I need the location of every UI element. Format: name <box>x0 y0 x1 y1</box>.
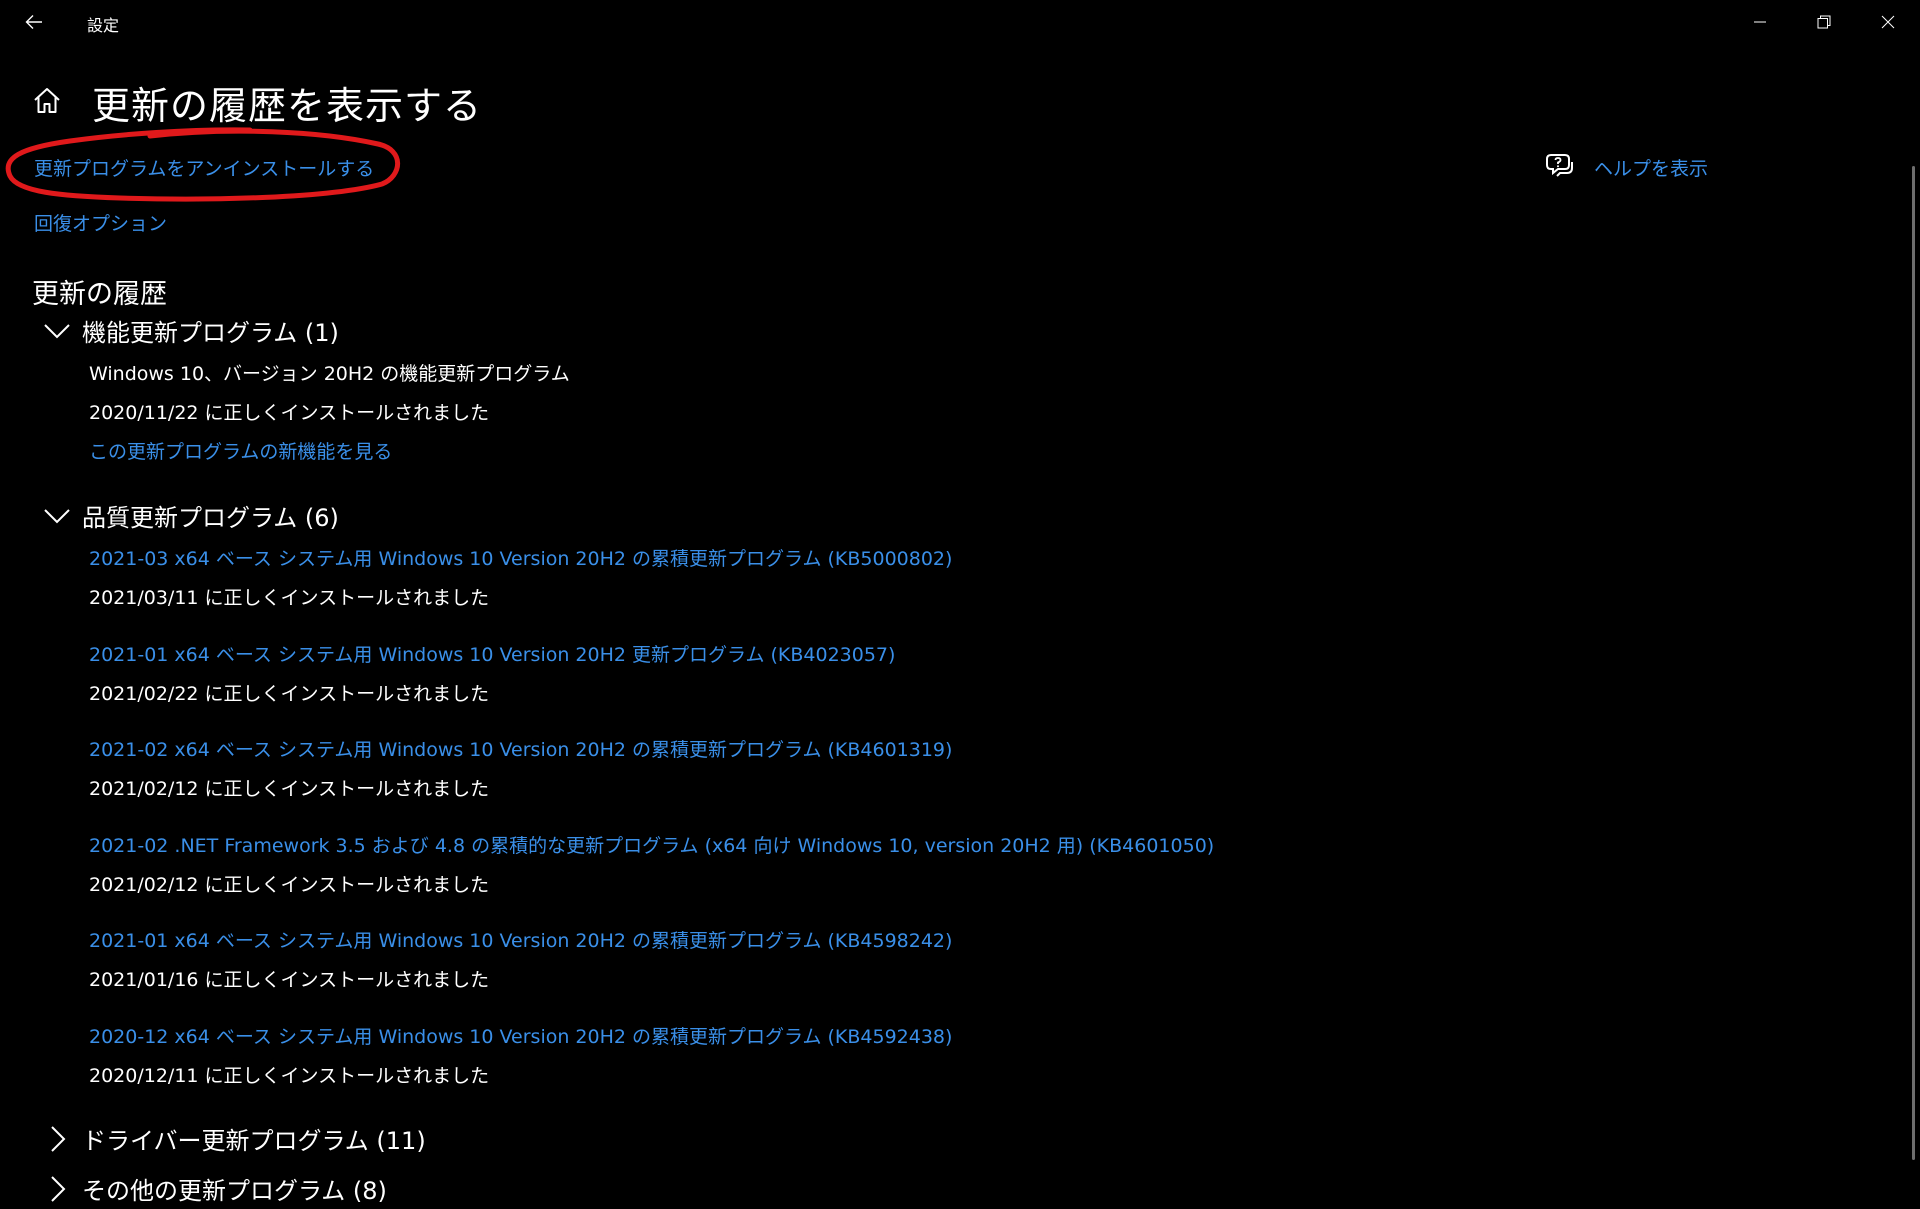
quality-update-link[interactable]: 2021-02 .NET Framework 3.5 および 4.8 の累積的な… <box>89 831 1214 858</box>
restore-button[interactable] <box>1792 0 1856 44</box>
feature-updates-group-header[interactable]: 機能更新プログラム (1) <box>40 313 339 348</box>
chevron-right-icon <box>40 1122 74 1156</box>
help-chat-icon[interactable] <box>1545 150 1575 180</box>
chevron-down-icon <box>40 314 74 348</box>
settings-window: 設定 更新の履歴を表示する 更新プログラムをアンインストールする 回復オプション <box>0 0 1920 1209</box>
other-updates-title: その他の更新プログラム (8) <box>82 1177 387 1205</box>
minimize-button[interactable] <box>1728 0 1792 44</box>
quality-update-status: 2020/12/11 に正しくインストールされました <box>89 1065 490 1087</box>
quality-updates-group-header[interactable]: 品質更新プログラム (6) <box>40 498 339 533</box>
chevron-right-icon <box>40 1172 74 1206</box>
help-link[interactable]: ヘルプを表示 <box>1594 154 1708 181</box>
close-button[interactable] <box>1856 0 1920 44</box>
update-history-heading: 更新の履歴 <box>32 279 167 310</box>
chevron-down-icon <box>40 499 74 533</box>
feature-update-status: 2020/11/22 に正しくインストールされました <box>89 402 490 424</box>
recovery-options-link[interactable]: 回復オプション <box>34 209 167 236</box>
quality-update-status: 2021/02/12 に正しくインストールされました <box>89 778 490 800</box>
driver-updates-title: ドライバー更新プログラム (11) <box>82 1127 426 1155</box>
feature-update-name: Windows 10、バージョン 20H2 の機能更新プログラム <box>89 363 570 385</box>
close-icon <box>1881 15 1895 29</box>
quality-update-link[interactable]: 2021-01 x64 ベース システム用 Windows 10 Version… <box>89 926 952 953</box>
minimize-icon <box>1754 21 1766 23</box>
quality-update-status: 2021/03/11 に正しくインストールされました <box>89 587 490 609</box>
quality-updates-title: 品質更新プログラム (6) <box>82 504 339 532</box>
restore-icon <box>1817 15 1831 29</box>
whats-new-link[interactable]: この更新プログラムの新機能を見る <box>89 437 392 464</box>
quality-update-link[interactable]: 2020-12 x64 ベース システム用 Windows 10 Version… <box>89 1022 952 1049</box>
back-arrow-icon <box>25 15 42 29</box>
quality-update-status: 2021/01/16 に正しくインストールされました <box>89 969 490 991</box>
quality-update-status: 2021/02/12 に正しくインストールされました <box>89 874 490 896</box>
quality-update-link[interactable]: 2021-01 x64 ベース システム用 Windows 10 Version… <box>89 640 895 667</box>
driver-updates-group-header[interactable]: ドライバー更新プログラム (11) <box>40 1121 426 1156</box>
annotation-circle <box>5 127 400 202</box>
quality-update-link[interactable]: 2021-02 x64 ベース システム用 Windows 10 Version… <box>89 735 952 762</box>
home-icon[interactable] <box>31 85 63 117</box>
vertical-scrollbar[interactable] <box>1912 166 1915 1160</box>
other-updates-group-header[interactable]: その他の更新プログラム (8) <box>40 1171 387 1206</box>
quality-update-status: 2021/02/22 に正しくインストールされました <box>89 683 490 705</box>
quality-update-link[interactable]: 2021-03 x64 ベース システム用 Windows 10 Version… <box>89 544 952 571</box>
title-bar: 設定 <box>0 0 1920 44</box>
window-title: 設定 <box>87 16 120 35</box>
feature-updates-title: 機能更新プログラム (1) <box>82 319 339 347</box>
back-button[interactable] <box>14 4 54 40</box>
